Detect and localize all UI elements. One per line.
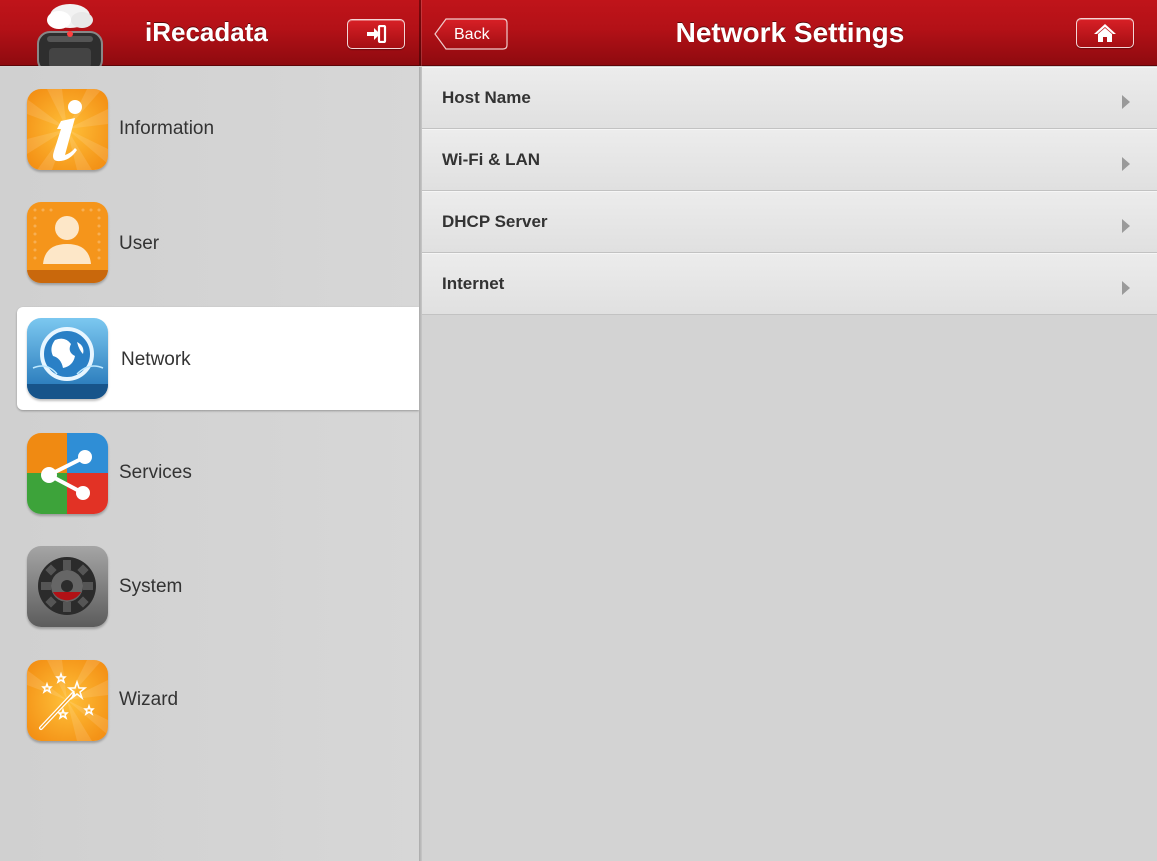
user-icon xyxy=(27,202,108,283)
settings-row-label: Wi-Fi & LAN xyxy=(442,150,541,169)
chevron-right-icon xyxy=(1122,219,1130,233)
header-divider xyxy=(419,0,421,66)
sidebar-item-label: Network xyxy=(121,349,191,370)
share-icon xyxy=(27,433,108,514)
back-button-label: Back xyxy=(454,26,490,43)
settings-row-label: DHCP Server xyxy=(442,212,548,231)
globe-icon xyxy=(27,318,108,399)
app-logo-icon xyxy=(35,0,105,73)
sidebar-item-label: Information xyxy=(119,118,215,139)
page-title: Network Settings xyxy=(675,17,905,48)
app-title: iRecadata xyxy=(145,17,268,47)
sidebar-item-label: Wizard xyxy=(119,689,179,710)
sidebar-item-system[interactable]: System xyxy=(17,534,419,637)
magic-wand-icon xyxy=(27,660,108,741)
home-icon xyxy=(1094,24,1116,42)
settings-row-wifi-lan[interactable]: Wi-Fi & LAN xyxy=(422,129,1157,191)
settings-row-internet[interactable]: Internet xyxy=(422,253,1157,315)
settings-row-host-name[interactable]: Host Name xyxy=(422,67,1157,129)
sidebar-item-network[interactable]: Network xyxy=(17,307,419,410)
sidebar-item-services[interactable]: Services xyxy=(17,420,419,523)
sidebar-item-label: User xyxy=(119,233,160,254)
header-bar: iRecadata Back Network Settings xyxy=(0,0,1157,73)
sidebar-item-label: Services xyxy=(119,462,192,483)
sidebar-item-wizard[interactable]: Wizard xyxy=(17,647,419,750)
sidebar: Information User Network Services System… xyxy=(0,67,420,861)
chevron-right-icon xyxy=(1122,95,1130,109)
back-button[interactable]: Back xyxy=(434,18,508,50)
gear-icon xyxy=(27,546,108,627)
information-icon xyxy=(27,89,108,170)
chevron-right-icon xyxy=(1122,281,1130,295)
logout-icon xyxy=(367,25,387,43)
chevron-right-icon xyxy=(1122,157,1130,171)
sidebar-item-label: System xyxy=(119,576,183,597)
home-button[interactable] xyxy=(1076,18,1134,48)
sidebar-item-information[interactable]: Information xyxy=(17,77,419,180)
settings-row-label: Host Name xyxy=(442,88,531,107)
settings-list: Host Name Wi-Fi & LAN DHCP Server Intern… xyxy=(422,67,1157,861)
sidebar-item-user[interactable]: User xyxy=(17,191,419,294)
settings-row-dhcp-server[interactable]: DHCP Server xyxy=(422,191,1157,253)
settings-row-label: Internet xyxy=(442,274,505,293)
logout-button[interactable] xyxy=(347,19,405,49)
